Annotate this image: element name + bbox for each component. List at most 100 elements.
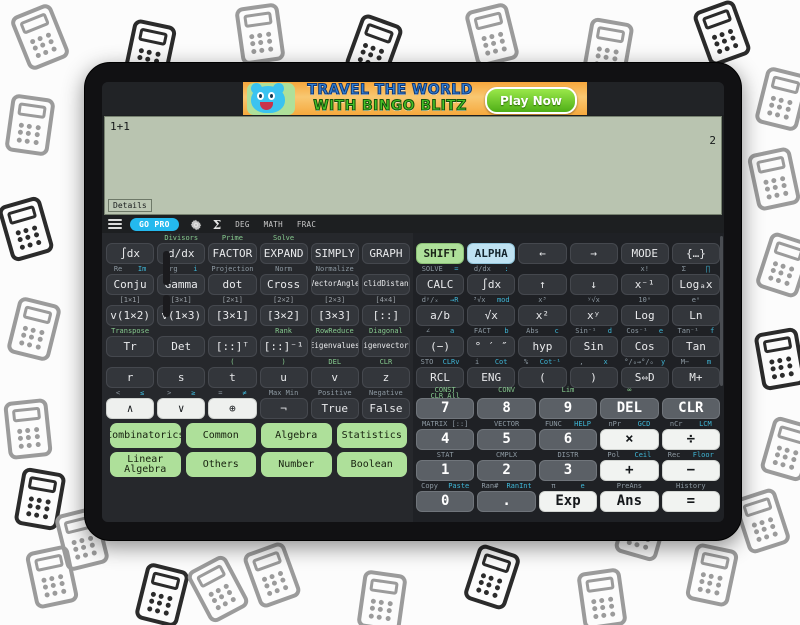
key-x[interactable]: xʸ [569, 305, 618, 326]
gear-icon[interactable] [189, 218, 203, 232]
key-true[interactable]: True [310, 398, 359, 419]
go-pro-button[interactable]: GO PRO [130, 218, 179, 231]
key-factor[interactable]: FACTOR [208, 243, 257, 264]
key-[interactable]: ( [518, 367, 567, 388]
key-calc[interactable]: CALC [416, 274, 465, 295]
key-v[interactable]: v [310, 367, 359, 388]
category-boolean[interactable]: Boolean [336, 452, 407, 477]
scrollbar[interactable] [720, 236, 723, 386]
key-log[interactable]: Log [620, 305, 669, 326]
key-8[interactable]: 8 [477, 398, 536, 419]
key-6[interactable]: 6 [538, 429, 598, 450]
mode-tag-deg[interactable]: DEG [235, 220, 249, 229]
key-3-3[interactable]: [3×3] [310, 305, 359, 326]
key-ln[interactable]: Ln [671, 305, 720, 326]
key-hyp[interactable]: hyp [518, 336, 567, 357]
key-eng[interactable]: ENG [467, 367, 516, 388]
category-statistics[interactable]: Statistics [336, 423, 407, 448]
device-side-button-2[interactable] [163, 295, 170, 317]
key-z[interactable]: z [361, 367, 410, 388]
key-ans[interactable]: Ans [600, 491, 659, 512]
key-dot[interactable]: dot [208, 274, 257, 295]
key-a-b[interactable]: a/b [416, 305, 465, 326]
hamburger-menu-icon[interactable] [108, 219, 122, 230]
key-[interactable]: ↑ [518, 274, 567, 295]
key-[interactable]: ¬ [259, 398, 308, 419]
key-x[interactable]: √x [467, 305, 516, 326]
key-[interactable]: ∧ [106, 398, 155, 419]
category-linear-algebra[interactable]: Linear Algebra [110, 452, 181, 477]
key-[interactable]: ) [569, 367, 618, 388]
key-sin[interactable]: Sin [569, 336, 618, 357]
key-[interactable]: → [569, 243, 618, 264]
key-1[interactable]: 1 [416, 460, 475, 481]
key-[interactable]: (−) [416, 336, 465, 357]
key-[interactable]: ∨ [157, 398, 206, 419]
key-mode[interactable]: MODE [620, 243, 669, 264]
key-[interactable]: {…} [671, 243, 720, 264]
key-x[interactable]: x⁻¹ [620, 274, 669, 295]
key-eucliddistance[interactable]: EuclidDistance [361, 274, 410, 295]
key-[interactable]: + [600, 460, 659, 481]
key-[interactable]: ↓ [569, 274, 618, 295]
key-4[interactable]: 4 [416, 429, 475, 450]
key-graph[interactable]: GRAPH [361, 243, 410, 264]
calculator-display[interactable]: 1+1 2 Details [104, 116, 722, 215]
key-eigenvalues[interactable]: Eigenvalues [310, 336, 359, 357]
key-3-2[interactable]: [3×2] [259, 305, 308, 326]
key-7[interactable]: 7 [416, 398, 475, 419]
key-shift[interactable]: SHIFT [416, 243, 465, 264]
key-3-1[interactable]: [3×1] [208, 305, 257, 326]
mode-tag-math[interactable]: MATH [264, 220, 283, 229]
key-eigenvectors[interactable]: Eigenvectors [361, 336, 410, 357]
device-side-button[interactable] [163, 251, 170, 285]
key-rcl[interactable]: RCL [416, 367, 465, 388]
key-t[interactable]: t [208, 367, 257, 388]
key-s[interactable]: s [157, 367, 206, 388]
key-expand[interactable]: EXPAND [259, 243, 308, 264]
key-[interactable]: . [477, 491, 536, 512]
key-[interactable]: = [661, 491, 720, 512]
key-tan[interactable]: Tan [671, 336, 720, 357]
category-others[interactable]: Others [185, 452, 256, 477]
key-s-d[interactable]: S⇔D [620, 367, 669, 388]
details-button[interactable]: Details [108, 199, 152, 212]
key-[interactable]: [::]ᵀ [208, 336, 257, 357]
key-v-1-2[interactable]: v(1×2) [106, 305, 155, 326]
key-false[interactable]: False [361, 398, 410, 419]
key-alpha[interactable]: ALPHA [467, 243, 516, 264]
key-clr[interactable]: CLR [661, 398, 720, 419]
key-0[interactable]: 0 [416, 491, 475, 512]
category-algebra[interactable]: Algebra [261, 423, 332, 448]
category-common[interactable]: Common [185, 423, 256, 448]
key-3[interactable]: 3 [538, 460, 598, 481]
sigma-icon[interactable]: Σ [213, 218, 221, 232]
key-cross[interactable]: Cross [259, 274, 308, 295]
key-tr[interactable]: Tr [106, 336, 155, 357]
key-[interactable]: ÷ [661, 429, 720, 450]
key-log-x[interactable]: Logₐx [671, 274, 720, 295]
key-del[interactable]: DEL [600, 398, 659, 419]
key-vectorangle[interactable]: VectorAngle [310, 274, 359, 295]
key-[interactable]: ⊕ [208, 398, 257, 419]
key-[interactable]: [::]⁻¹ [259, 336, 308, 357]
key-dx[interactable]: ∫dx [467, 274, 516, 295]
key-[interactable]: ° ′ ″ [467, 336, 516, 357]
key-cos[interactable]: Cos [620, 336, 669, 357]
key-dx[interactable]: ∫dx [106, 243, 155, 264]
key-det[interactable]: Det [157, 336, 206, 357]
mode-tag-frac[interactable]: FRAC [297, 220, 316, 229]
key-[interactable]: × [600, 429, 659, 450]
key-m[interactable]: M+ [671, 367, 720, 388]
category-number[interactable]: Number [261, 452, 332, 477]
key-r[interactable]: r [106, 367, 155, 388]
key-conju[interactable]: Conju [106, 274, 155, 295]
key-9[interactable]: 9 [538, 398, 598, 419]
key-[interactable]: ← [518, 243, 567, 264]
key-[interactable]: [::] [361, 305, 410, 326]
key-exp[interactable]: Exp [538, 491, 598, 512]
category-combinatorics[interactable]: Combinatorics [110, 423, 181, 448]
key-2[interactable]: 2 [477, 460, 536, 481]
key-simply[interactable]: SIMPLY [310, 243, 359, 264]
advertisement-banner[interactable]: TRAVEL THE WORLD WITH BINGO BLITZ Play N… [243, 82, 587, 115]
